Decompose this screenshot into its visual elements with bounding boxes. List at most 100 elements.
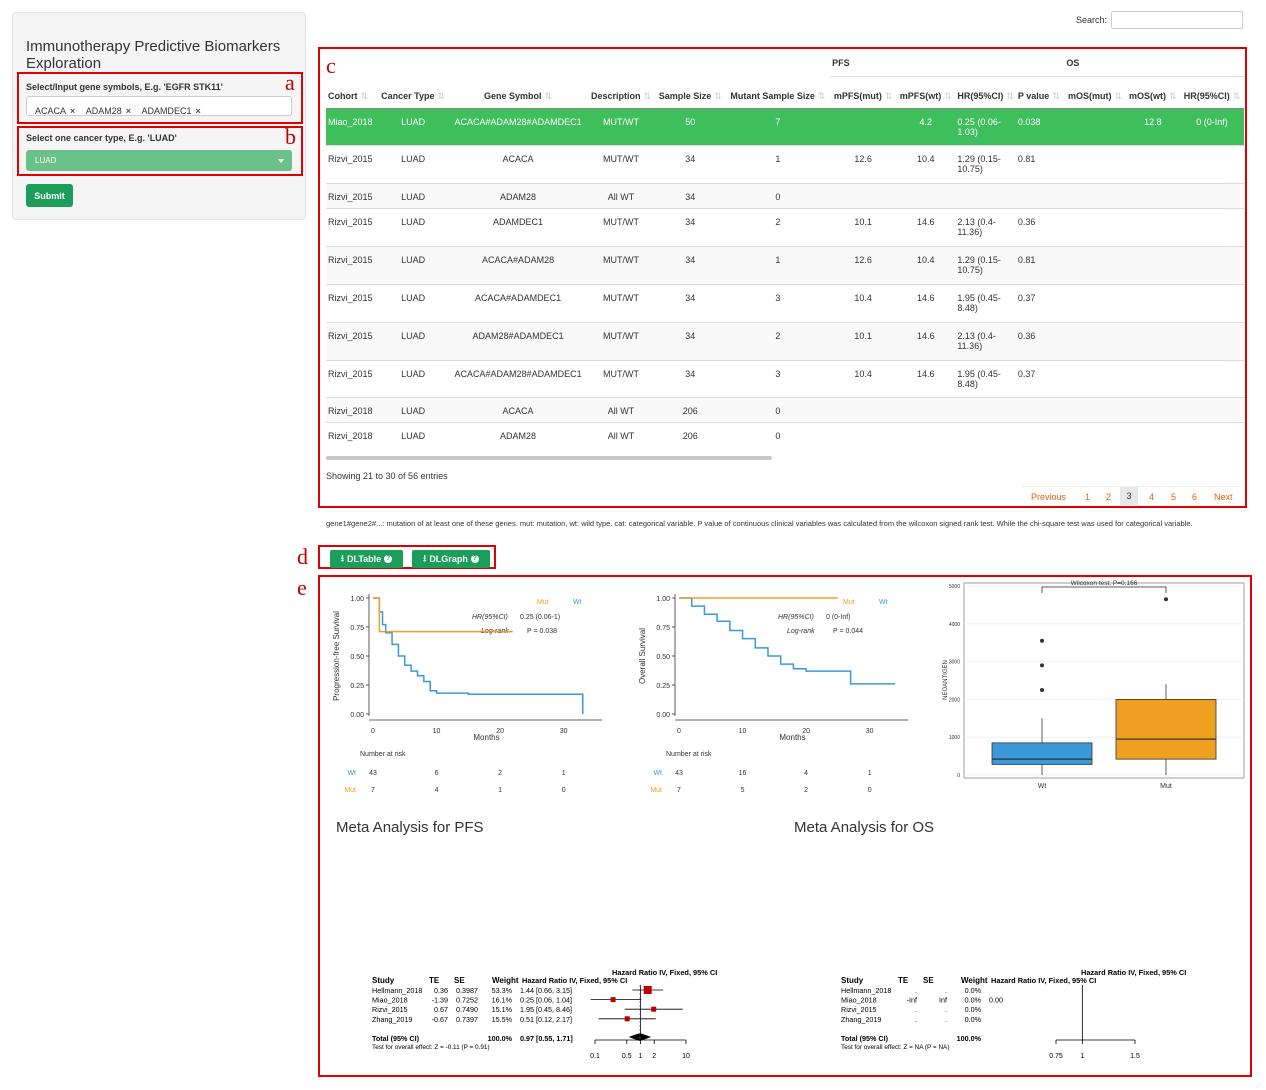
forest-point [610,997,616,1003]
risk-count: 4 [804,770,808,777]
forest-te: . [915,986,917,995]
forest-tick-label: 2 [652,1053,656,1060]
forest-header-hr2: Hazard Ratio IV, Fixed, 95% CI [612,968,717,977]
logrank-value: P = 0.038 [527,628,557,635]
forest-tick-label: 1.5 [1130,1053,1140,1060]
forest-study: Hellmann_2018 [372,986,422,995]
forest-se: . [945,1005,947,1014]
box-wt [991,742,1093,765]
forest-hr: 0.51 [0.12, 2.17] [520,1015,572,1024]
hr-label: HR(95%CI) [778,614,814,621]
forest-hr: 0.25 [0.06, 1.04] [520,996,572,1005]
x-tick-label: 30 [866,728,874,735]
y-axis-label: Overall Survival [638,628,647,684]
forest-study: Hellmann_2018 [841,986,891,995]
forest-header-hr2: Hazard Ratio IV, Fixed, 95% CI [1081,968,1186,977]
logrank-label: Log-rank [787,628,815,635]
risk-count: 0 [562,787,566,794]
forest-se: . [945,1015,947,1024]
y-tick-label: 1.00 [350,596,364,603]
y-tick-label: 0.50 [656,654,670,661]
forest-study: Miao_2018 [372,996,408,1005]
forest-se: 0.7490 [456,1005,478,1014]
forest-se: 0.7397 [456,1015,478,1024]
forest-tick-label: 1 [639,1053,643,1060]
x-axis-label: Months [473,733,499,742]
wilcoxon-label: Wilcoxon test, P=0.166 [1071,580,1138,587]
forest-total: Total (95% CI) [841,1034,889,1043]
forest-total: Total (95% CI) [372,1034,420,1043]
legend-wt: Wt [879,599,888,606]
forest-te: . [915,1005,917,1014]
outlier-point [1040,638,1044,643]
meta-os-title: Meta Analysis for OS [794,819,935,836]
x-axis-label: Months [779,733,805,742]
box-mut [1115,699,1217,760]
hr-value: 0 (0-Inf) [826,614,851,621]
legend-wt: Wt [573,599,582,606]
forest-se: 0.7252 [456,996,478,1005]
y-tick-label: 1000 [949,735,960,741]
forest-weight: 0.0% [965,986,982,995]
forest-hr: 0.00 [989,996,1003,1005]
forest-tick-label: 1 [1080,1053,1084,1060]
legend-mut: Mut [843,599,855,606]
x-tick-label: 0 [677,728,681,735]
forest-te: . [915,1015,917,1024]
forest-se: Inf [939,996,947,1005]
x-tick-label: 0 [371,728,375,735]
forest-te: -1.39 [432,996,448,1005]
forest-point [624,1016,630,1022]
outlier-point [1040,687,1044,692]
y-tick-label: 5000 [949,584,960,590]
risk-table-label: Number at risk [666,751,712,758]
y-tick-label: 0.00 [350,712,364,719]
forest-tick-label: 0.5 [622,1053,632,1060]
figures-canvas: 0.000.250.500.751.000 10 20 30MonthsProgres… [332,580,1245,1060]
risk-row-label-wt: Wt [347,770,356,777]
forest-header-study: Study [841,976,864,985]
x-tick-label: 10 [433,728,441,735]
forest-total-hr: 0.97 [0.55, 1.71] [520,1034,573,1043]
x-tick-label: Mut [1160,783,1172,790]
outlier-point [1040,663,1044,668]
risk-table-label: Number at risk [360,751,406,758]
forest-header-hr: Hazard Ratio IV, Fixed, 95% CI [522,976,627,985]
forest-study: Zhang_2019 [372,1015,412,1024]
forest-header-se: SE [454,976,465,985]
x-tick-label: 30 [560,728,568,735]
y-tick-label: 0 [957,773,960,779]
risk-count: 2 [804,787,808,794]
risk-count: 43 [369,770,377,777]
forest-header-se: SE [923,976,934,985]
forest-header-weight: Weight [492,976,519,985]
risk-count: 2 [498,770,502,777]
risk-row-label-mut: Mut [344,787,356,794]
forest-te: -0.67 [432,1015,448,1024]
y-axis-label: Progression-free Survival [332,611,341,701]
forest-total-weight: 100.0% [488,1034,513,1043]
forest-point [643,986,652,994]
forest-test: Test for overall effect: Z = -0.11 (P = … [372,1044,490,1051]
forest-total-weight: 100.0% [957,1034,982,1043]
x-tick-label: Wt [1038,783,1047,790]
y-tick-label: 0.25 [656,683,670,690]
y-tick-label: 4000 [949,622,960,628]
km-curve-wt [679,597,896,685]
logrank-value: P = 0.044 [833,628,863,635]
risk-count: 4 [435,787,439,794]
forest-study: Rizvi_2015 [841,1005,877,1014]
risk-row-label-mut: Mut [650,787,662,794]
forest-point [651,1006,657,1012]
forest-te: 0.36 [434,986,448,995]
hr-label: HR(95%CI) [472,614,508,621]
forest-hr: 1.44 [0.66, 3.15] [520,986,572,995]
y-tick-label: 0.75 [656,625,670,632]
y-tick-label: 0.00 [656,712,670,719]
forest-tick-label: 0.1 [590,1053,600,1060]
risk-row-label-wt: Wt [653,770,662,777]
meta-pfs-title: Meta Analysis for PFS [336,819,484,836]
risk-count: 5 [741,787,745,794]
hr-value: 0.25 (0.06-1) [520,614,560,621]
risk-count: 6 [435,770,439,777]
